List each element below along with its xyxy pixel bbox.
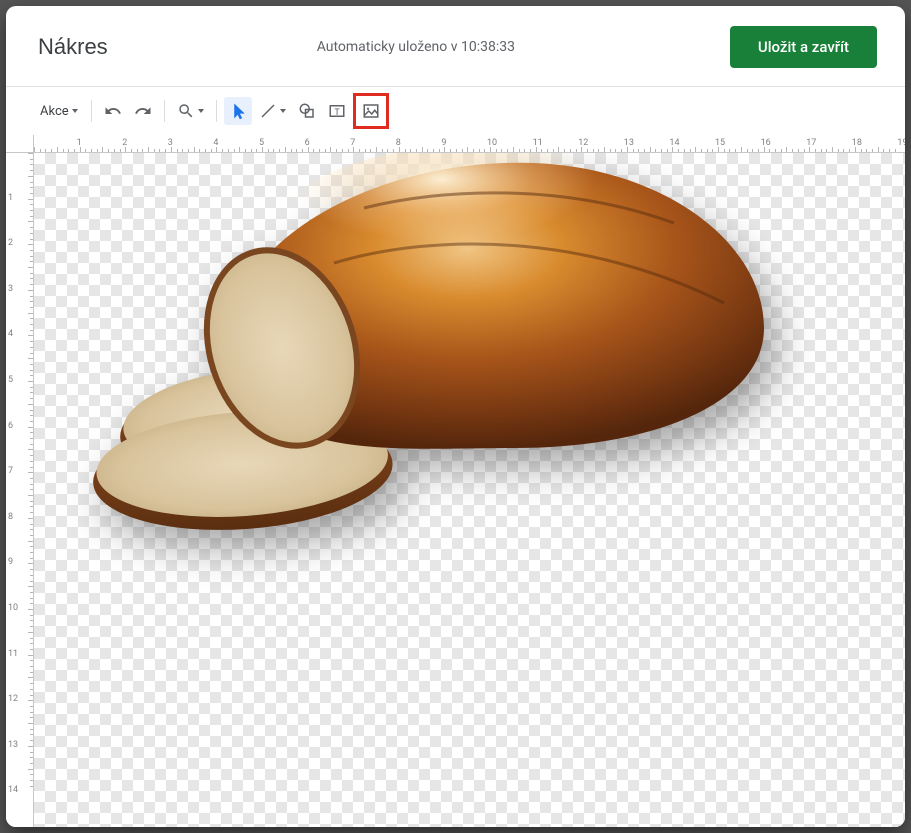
- textbox-tool[interactable]: T: [323, 97, 351, 125]
- chevron-down-icon: [72, 109, 78, 113]
- image-tool-highlight: [353, 93, 389, 129]
- ruler-tick: 13: [8, 740, 18, 750]
- zoom-icon: [177, 102, 195, 120]
- cursor-icon: [229, 102, 247, 120]
- ruler-tick: 12: [578, 138, 588, 148]
- ruler-tick: 3: [8, 284, 13, 294]
- select-tool[interactable]: [224, 97, 252, 125]
- ruler-tick: 10: [8, 603, 18, 613]
- ruler-corner: [6, 135, 34, 153]
- ruler-tick: 11: [8, 649, 18, 659]
- ruler-tick: 12: [8, 694, 18, 704]
- chevron-down-icon: [198, 109, 204, 113]
- vertical-ruler[interactable]: 1234567891011121314: [6, 153, 34, 827]
- line-icon: [259, 102, 277, 120]
- ruler-tick: 10: [487, 138, 497, 148]
- ruler-tick: 14: [8, 785, 18, 795]
- horizontal-ruler[interactable]: 12345678910111213141516171819: [34, 135, 905, 153]
- ruler-tick: 11: [533, 138, 543, 148]
- ruler-tick: 17: [806, 138, 816, 148]
- undo-button[interactable]: [99, 97, 127, 125]
- line-tool[interactable]: [254, 97, 291, 125]
- shape-tool[interactable]: [293, 97, 321, 125]
- ruler-tick: 5: [8, 375, 13, 385]
- svg-text:T: T: [334, 108, 340, 118]
- undo-icon: [104, 102, 122, 120]
- ruler-tick: 7: [8, 466, 13, 476]
- autosave-status: Automaticky uloženo v 10:38:33: [317, 39, 515, 55]
- ruler-tick: 13: [624, 138, 634, 148]
- ruler-tick: 19: [897, 138, 905, 148]
- drawing-modal: Nákres Automaticky uloženo v 10:38:33 Ul…: [6, 6, 905, 827]
- ruler-tick: 1: [8, 193, 13, 203]
- toolbar: Akce T: [6, 87, 905, 135]
- ruler-tick: 9: [8, 557, 13, 567]
- modal-header: Nákres Automaticky uloženo v 10:38:33 Ul…: [6, 6, 905, 87]
- ruler-tick: 15: [715, 138, 725, 148]
- shape-icon: [298, 102, 316, 120]
- canvas-area: 12345678910111213141516171819 1234567891…: [6, 135, 905, 827]
- chevron-down-icon: [280, 109, 286, 113]
- image-icon: [362, 102, 380, 120]
- zoom-menu[interactable]: [172, 97, 209, 125]
- image-tool[interactable]: [357, 97, 385, 125]
- ruler-tick: 2: [8, 238, 13, 248]
- ruler-tick: 8: [8, 512, 13, 522]
- ruler-tick: 18: [852, 138, 862, 148]
- modal-title: Nákres: [38, 34, 108, 60]
- drawing-canvas[interactable]: [34, 153, 905, 827]
- ruler-tick: 16: [761, 138, 771, 148]
- ruler-tick: 4: [8, 329, 13, 339]
- bread-image[interactable]: [64, 153, 784, 557]
- save-and-close-button[interactable]: Uložit a zavřít: [730, 26, 877, 68]
- ruler-tick: 14: [669, 138, 679, 148]
- ruler-tick: 6: [8, 421, 13, 431]
- actions-menu[interactable]: Akce: [34, 97, 84, 125]
- redo-icon: [134, 102, 152, 120]
- textbox-icon: T: [328, 102, 346, 120]
- redo-button[interactable]: [129, 97, 157, 125]
